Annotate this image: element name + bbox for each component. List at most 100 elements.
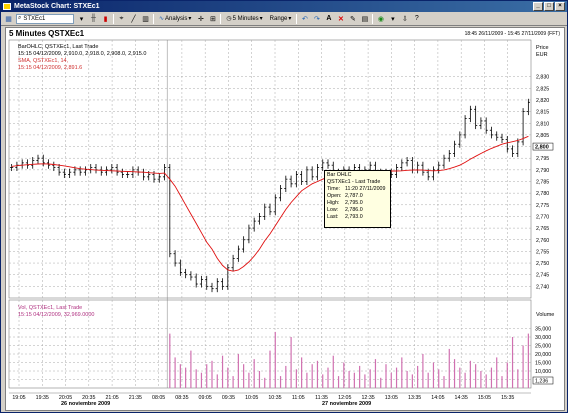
tooltip-row: Last: 2,793.0: [327, 214, 388, 221]
line-tool-icon[interactable]: ╱: [129, 14, 138, 23]
analysis-label: Analysis: [165, 15, 188, 22]
price-tick-label: 2,785: [536, 180, 549, 186]
volume-tick-label: 20,000: [535, 352, 551, 358]
tooltip-title: Bar OHLC: [327, 172, 352, 178]
price-tick-label: 2,765: [536, 226, 549, 232]
tooltip-value: 2,787.0: [345, 193, 363, 199]
time-tick-label: 08:35: [175, 395, 188, 401]
bar-tooltip: Bar OHLC QSTXEc1 - Last Trade Time: 11:20…: [324, 170, 391, 228]
volume-tick-label: 25,000: [535, 344, 551, 350]
time-tick-label: 15:35: [501, 395, 514, 401]
table-icon[interactable]: ▤: [360, 14, 369, 23]
bar-chart-icon[interactable]: ╫: [89, 14, 98, 23]
price-tick-label: 2,740: [536, 284, 549, 290]
range-label: Range: [269, 15, 288, 22]
new-chart-icon[interactable]: ▦: [4, 14, 13, 23]
target-icon[interactable]: ◉: [376, 14, 385, 23]
price-tick-label: 2,810: [536, 121, 549, 127]
clock-icon: ◷: [226, 16, 232, 22]
date-label-1: 26 noviembre 2009: [61, 401, 111, 407]
chevron-down-icon[interactable]: ▾: [77, 14, 86, 23]
time-tick-label: 14:35: [455, 395, 468, 401]
analysis-icon: ∿: [159, 16, 165, 22]
tooltip-row: High: 2,795.0: [327, 200, 388, 207]
sma-legend-name: SMA, QSTXEc1, 14,: [18, 58, 69, 64]
pen-tool-icon[interactable]: ✎: [348, 14, 357, 23]
symbol-input[interactable]: ⌕ STXEc1: [16, 13, 74, 24]
help-icon[interactable]: ?: [412, 14, 421, 23]
zoom-icon[interactable]: ⌖: [117, 14, 126, 23]
tooltip-label: High:: [327, 200, 340, 206]
text-tool-icon[interactable]: ⊞: [208, 14, 217, 23]
price-tick-label: 2,770: [536, 214, 549, 220]
price-tick-label: 2,815: [536, 110, 549, 116]
time-tick-label: 13:05: [385, 395, 398, 401]
chart-title: 5 Minutes QSTXEc1: [9, 29, 85, 38]
time-tick-label: 10:35: [268, 395, 281, 401]
time-tick-label: 13:35: [408, 395, 421, 401]
time-tick-label: 09:05: [199, 395, 212, 401]
sma-legend-values: 15:15 04/12/2009, 2,891.6: [18, 65, 83, 71]
symbol-value: STXEc1: [23, 15, 46, 22]
bar-legend-values: 15:15 04/12/2009, 2,910.0, 2,918.0, 2,90…: [18, 51, 147, 57]
time-tick-label: 08:05: [152, 395, 165, 401]
font-icon[interactable]: A: [324, 14, 333, 23]
crosshair-icon[interactable]: ✛: [196, 14, 205, 23]
time-tick-label: 15:05: [478, 395, 491, 401]
title-bar[interactable]: MetaStock Chart: STXEc1 _ □ ×: [1, 1, 567, 12]
last-volume-label: 1,236: [535, 379, 548, 385]
volume-tick-label: 30,000: [535, 335, 551, 341]
price-tick-label: 2,825: [536, 86, 549, 92]
toolbar-separator: [220, 13, 222, 24]
chart-area[interactable]: 2,740 2,745 2,750 2,755 2,760 2,765 2,770 2,775…: [5, 27, 565, 411]
analysis-dropdown[interactable]: ∿ Analysis ▾: [157, 15, 193, 23]
price-tick-label: 2,780: [536, 191, 549, 197]
toolbar-separator: [372, 13, 374, 24]
price-tick-label: 2,755: [536, 249, 549, 255]
chart-svg[interactable]: 2,740 2,745 2,750 2,755 2,760 2,765 2,770 2,775…: [6, 28, 564, 410]
close-button[interactable]: ×: [555, 2, 565, 11]
price-axis-title: Price: [536, 45, 549, 51]
price-tick-label: 2,760: [536, 238, 549, 244]
time-tick-label: 19:05: [12, 395, 25, 401]
arrow-down-icon[interactable]: ⇩: [400, 14, 409, 23]
undo-icon[interactable]: ↶: [300, 14, 309, 23]
time-tick-label: 09:35: [222, 395, 235, 401]
last-price-label: 2,800: [535, 145, 549, 151]
grid-icon[interactable]: ▥: [141, 14, 150, 23]
volume-tick-label: 10,000: [535, 369, 551, 375]
price-tick-label: 2,750: [536, 261, 549, 267]
chart-window: MetaStock Chart: STXEc1 _ □ × ▦ ⌕ STXEc1…: [0, 0, 568, 413]
chart-toolbar: ▦ ⌕ STXEc1 ▾ ╫ ▮ ⌖ ╱ ▥ ∿ Analysis ▾ ✛ ⊞ …: [1, 12, 567, 26]
vol-legend-values: 15:15 04/12/2009, 32,969.0000: [18, 312, 95, 318]
time-tick-label: 19:35: [36, 395, 49, 401]
range-dropdown[interactable]: Range ▾: [268, 15, 294, 23]
tooltip-value: 2,795.0: [345, 200, 363, 206]
interval-dropdown[interactable]: ◷ 5 Minutes ▾: [224, 15, 264, 23]
bar-legend-name: BarOHLC, QSTXEc1, Last Trade: [18, 44, 99, 50]
tooltip-subtitle: QSTXEc1 - Last Trade: [327, 179, 381, 185]
time-tick-label: 11:05: [292, 395, 305, 401]
chevron-down-icon: ▾: [288, 16, 292, 22]
chart-timestamp: 18:45 26/11/2009 - 15:45 27/11/2009 (FFT…: [464, 31, 560, 37]
price-tick-label: 2,820: [536, 98, 549, 104]
toolbar-separator: [153, 13, 154, 24]
price-tick-label: 2,790: [536, 168, 549, 174]
chevron-down-icon: ▾: [259, 16, 263, 22]
toolbar-separator: [113, 13, 114, 24]
minimize-button[interactable]: _: [533, 2, 543, 11]
candle-chart-icon[interactable]: ▮: [101, 14, 110, 23]
chevron-down-icon[interactable]: ▾: [388, 14, 397, 23]
interval-label: 5 Minutes: [232, 15, 259, 22]
toolbar-separator: [296, 13, 298, 24]
tooltip-value: 2,786.0: [345, 207, 363, 213]
delete-icon[interactable]: ✕: [336, 14, 345, 23]
tooltip-value: 2,793.0: [345, 214, 363, 220]
redo-icon[interactable]: ↷: [312, 14, 321, 23]
app-icon: [3, 3, 11, 10]
time-tick-label: 21:35: [129, 395, 142, 401]
maximize-button[interactable]: □: [544, 2, 554, 11]
tooltip-label: Last:: [327, 214, 339, 220]
time-tick-label: 10:05: [245, 395, 258, 401]
price-tick-label: 2,745: [536, 273, 549, 279]
